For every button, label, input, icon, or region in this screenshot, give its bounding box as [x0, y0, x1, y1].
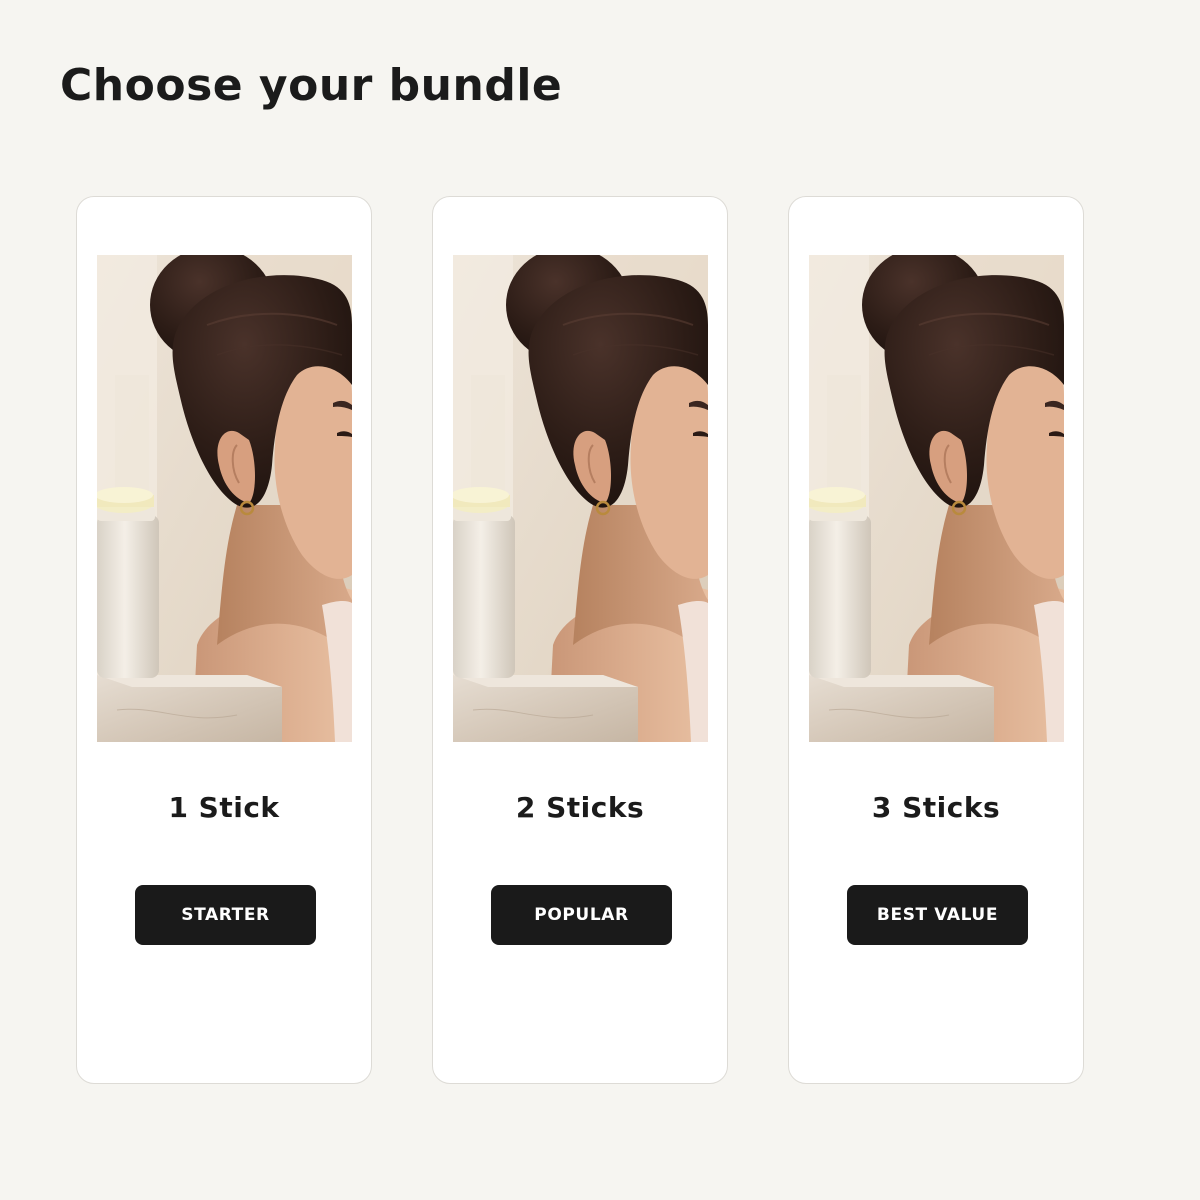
popular-button[interactable]: POPULAR [491, 885, 672, 945]
page-title: Choose your bundle [60, 60, 563, 111]
bundle-title: 3 Sticks [871, 791, 1001, 824]
starter-button[interactable]: STARTER [135, 885, 316, 945]
bundle-card-2-sticks[interactable]: 2 Sticks POPULAR [432, 196, 728, 1084]
product-image [97, 255, 352, 742]
bundle-card-1-stick[interactable]: 1 Stick STARTER [76, 196, 372, 1084]
bundle-title: 1 Stick [168, 791, 280, 824]
product-image [453, 255, 708, 742]
product-image [809, 255, 1064, 742]
bundle-card-3-sticks[interactable]: 3 Sticks BEST VALUE [788, 196, 1084, 1084]
bundle-title: 2 Sticks [515, 791, 645, 824]
best-value-button[interactable]: BEST VALUE [847, 885, 1028, 945]
